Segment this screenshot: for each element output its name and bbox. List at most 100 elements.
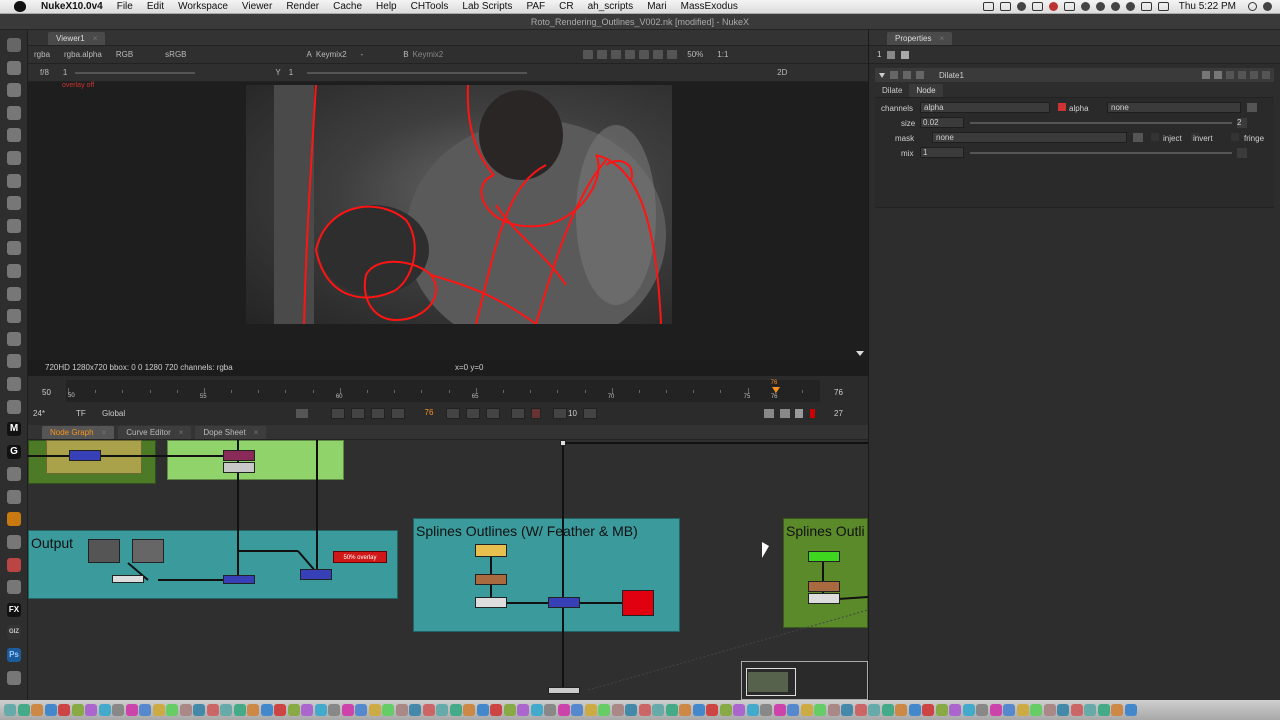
dock-app-icon[interactable] [1057, 704, 1069, 716]
node-dot-bottom[interactable] [548, 687, 580, 694]
apple-icon[interactable] [14, 1, 26, 12]
playback-mode-icon[interactable] [296, 409, 308, 418]
node-white-c[interactable] [808, 593, 840, 604]
step-forward-button[interactable] [466, 408, 480, 419]
input-a-dropdown[interactable]: Keymix2 [316, 50, 347, 59]
g-gizmo-icon[interactable]: G [7, 444, 21, 459]
roi-icon[interactable] [583, 50, 594, 59]
merge-icon[interactable] [7, 218, 21, 233]
play-forward-button[interactable] [446, 408, 460, 419]
dock-app-icon[interactable] [827, 704, 840, 716]
dock-app-icon[interactable] [692, 704, 705, 716]
close-panel-icon[interactable] [1262, 71, 1270, 79]
menu-cache[interactable]: Cache [326, 1, 369, 12]
menu-file[interactable]: File [110, 1, 140, 12]
dock-app-icon[interactable] [976, 704, 988, 716]
dock-app-icon[interactable] [1003, 704, 1015, 716]
frame-range-end[interactable]: 76 [834, 388, 843, 397]
dock-app-icon[interactable] [139, 704, 151, 716]
menu-lab-scripts[interactable]: Lab Scripts [455, 1, 519, 12]
dock-app-icon[interactable] [557, 704, 570, 716]
last-frame-field[interactable]: 27 [834, 409, 843, 418]
tab-viewer1[interactable]: Viewer1 × [48, 32, 106, 45]
pin-icon[interactable] [887, 50, 896, 59]
dock-app-icon[interactable] [706, 704, 718, 716]
dock-app-icon[interactable] [503, 704, 516, 716]
dock-app-icon[interactable] [193, 704, 205, 716]
node-name-field[interactable]: Dilate1 [939, 71, 964, 80]
node-graph-pane[interactable]: Node Graph × Curve Editor × Dope Sheet × Ou… [28, 425, 868, 700]
dock-app-icon[interactable] [962, 704, 975, 716]
next-keyframe-button[interactable] [486, 408, 500, 419]
dock-app-icon[interactable] [1084, 704, 1096, 716]
menu-app-name[interactable]: NukeX10.0v4 [34, 1, 110, 12]
dock-app-icon[interactable] [98, 704, 111, 716]
gear-plugin-icon[interactable] [7, 535, 21, 550]
dock-app-icon[interactable] [1097, 704, 1110, 716]
clip-warning-icon[interactable] [597, 50, 608, 59]
spotlight-icon[interactable] [1248, 2, 1257, 11]
dock-app-icon[interactable] [476, 704, 489, 716]
gamma-slider[interactable] [307, 71, 528, 74]
menu-workspace[interactable]: Workspace [171, 1, 235, 12]
mix-reset-icon[interactable] [1237, 148, 1247, 158]
dock-app-icon[interactable] [922, 704, 934, 716]
dock-app-icon[interactable] [530, 704, 543, 716]
menu-mari[interactable]: Mari [640, 1, 673, 12]
close-icon[interactable]: × [939, 34, 944, 43]
dock-app-icon[interactable] [800, 704, 813, 716]
other-icon[interactable] [7, 399, 21, 414]
menu-chtools[interactable]: CHTools [404, 1, 456, 12]
node-color-icon-2[interactable] [903, 71, 911, 79]
menu-cr[interactable]: CR [552, 1, 580, 12]
node-dot-gray[interactable] [223, 462, 255, 473]
play-backward-button[interactable] [391, 408, 405, 419]
dock-app-icon[interactable] [152, 704, 165, 716]
time-icon[interactable] [7, 105, 21, 120]
clock[interactable]: Thu 5:22 PM [1179, 1, 1236, 12]
time-machine-icon[interactable] [1080, 2, 1090, 11]
input-b-dropdown[interactable]: Keymix2 [413, 50, 444, 59]
update-icon[interactable] [653, 50, 664, 59]
dock-app-icon[interactable] [949, 704, 961, 716]
prev-keyframe-button[interactable] [351, 408, 365, 419]
current-frame-field[interactable]: 76 [416, 408, 442, 419]
node-merge-purple[interactable] [223, 450, 255, 461]
size-field[interactable]: 0.02 [920, 117, 964, 128]
dock-app-icon[interactable] [287, 704, 300, 716]
dock-app-icon[interactable] [773, 704, 786, 716]
image-icon[interactable] [7, 60, 21, 75]
collapse-icon[interactable] [879, 72, 885, 78]
menu-paf[interactable]: PAF [519, 1, 552, 12]
overlay-badge[interactable]: 50% overlay [333, 551, 387, 563]
dock-app-icon[interactable] [787, 704, 799, 716]
lock-icon[interactable] [795, 409, 803, 418]
dock-app-icon[interactable] [1111, 704, 1123, 716]
dock-app-icon[interactable] [1124, 704, 1137, 716]
channels-extra-dropdown[interactable]: none [1107, 102, 1241, 113]
notification-center-icon[interactable] [1263, 2, 1272, 11]
dock-app-icon[interactable] [814, 704, 826, 716]
dock-app-icon[interactable] [638, 704, 651, 716]
viewer-viewport[interactable]: overlay off [28, 82, 868, 360]
ratio-dropdown[interactable]: 1:1 [717, 50, 728, 59]
particles-icon[interactable] [7, 286, 21, 301]
help-icon[interactable] [1250, 71, 1258, 79]
node-blue-a[interactable] [223, 575, 255, 584]
orange-plugin-icon[interactable] [7, 512, 21, 527]
node-roto-yellow[interactable] [475, 544, 507, 557]
dock-app-icon[interactable] [58, 704, 70, 716]
status-icon[interactable] [982, 2, 994, 11]
node-white-a[interactable] [112, 575, 144, 583]
fx-icon[interactable]: FX [7, 602, 21, 617]
color-icon[interactable] [7, 150, 21, 165]
display-channel-dropdown[interactable]: RGB [116, 50, 133, 59]
dock-app-icon[interactable] [85, 704, 97, 716]
dock-app-icon[interactable] [841, 704, 853, 716]
inject-checkbox[interactable] [1151, 133, 1159, 141]
frame-range-start[interactable]: 50 [42, 388, 51, 397]
float-icon[interactable] [1238, 71, 1246, 79]
mix-slider[interactable] [970, 152, 1232, 154]
compare-op-dropdown[interactable]: - [361, 50, 364, 59]
dock-app-icon[interactable] [341, 704, 354, 716]
